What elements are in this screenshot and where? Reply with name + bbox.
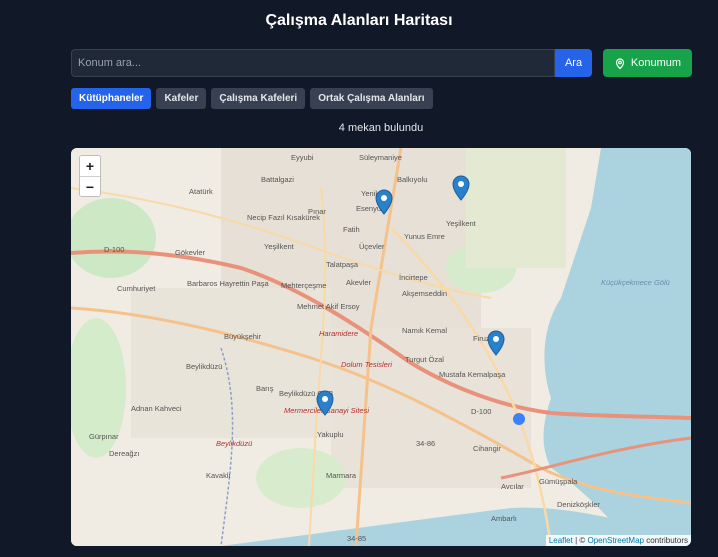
- map-label: Süleymaniye: [359, 153, 402, 162]
- map-label: Akevler: [346, 278, 372, 287]
- map-tiles: Eyyubi Süleymaniye Battalgazi Balkıyolu …: [71, 148, 691, 546]
- category-filters: Kütüphaneler Kafeler Çalışma Kafeleri Or…: [71, 88, 433, 109]
- user-location-dot: [513, 413, 525, 425]
- map-label: Turgut Özal: [405, 355, 444, 364]
- zoom-control: + −: [79, 155, 101, 197]
- map-label: Üçevler: [359, 242, 385, 251]
- attribution-separator: | ©: [572, 536, 588, 545]
- page-title: Çalışma Alanları Haritası: [265, 12, 453, 29]
- map-label: Ambarlı: [491, 514, 517, 523]
- map-label: Fatih: [343, 225, 360, 234]
- map-label: Namık Kemal: [402, 326, 447, 335]
- map-label: Marmara: [326, 471, 357, 480]
- map-label: 34-85: [347, 534, 366, 543]
- map-label: Kavaklı: [206, 471, 231, 480]
- map-label: Dolum Tesisleri: [341, 360, 392, 369]
- filter-coworking[interactable]: Ortak Çalışma Alanları: [310, 88, 433, 109]
- map-label: Mustafa Kemalpaşa: [439, 370, 506, 379]
- attribution-suffix: contributors: [643, 536, 688, 545]
- map-label: Avcılar: [501, 482, 524, 491]
- map-label: Adnan Kahveci: [131, 404, 182, 413]
- map-label: Yakuplu: [317, 430, 344, 439]
- map-label: Pınar: [308, 207, 326, 216]
- my-location-button[interactable]: Konumum: [603, 49, 692, 77]
- map-label: Balkıyolu: [397, 175, 427, 184]
- filter-study-cafes[interactable]: Çalışma Kafeleri: [211, 88, 306, 109]
- zoom-out-button[interactable]: −: [80, 176, 100, 196]
- map-label: Dereağzı: [109, 449, 139, 458]
- map-label: D-100: [471, 407, 491, 416]
- map-label: Battalgazi: [261, 175, 294, 184]
- search-button[interactable]: Ara: [555, 49, 592, 77]
- map-label: Yunus Emre: [404, 232, 445, 241]
- map-label: Gümüşpala: [539, 477, 578, 486]
- map-label: Mehmet Akif Ersoy: [297, 302, 360, 311]
- map-label: Küçükçekmece Gölü: [601, 278, 671, 287]
- result-count: 4 mekan bulundu: [338, 122, 424, 134]
- map-label: Beylikdüzü: [186, 362, 222, 371]
- osm-link[interactable]: OpenStreetMap: [587, 536, 643, 545]
- map-pin-icon: [615, 57, 625, 69]
- map-view[interactable]: Eyyubi Süleymaniye Battalgazi Balkıyolu …: [71, 148, 691, 546]
- map-label: Gürpınar: [89, 432, 119, 441]
- map-label: Büyükşehir: [224, 332, 262, 341]
- filter-libraries[interactable]: Kütüphaneler: [71, 88, 152, 109]
- map-label: İncirtepe: [399, 273, 428, 282]
- map-label: Talatpaşa: [326, 260, 359, 269]
- map-label: Gökevler: [175, 248, 206, 257]
- map-label: Barbaros Hayrettin Paşa: [187, 279, 270, 288]
- map-label: Mehterçeşme: [281, 281, 326, 290]
- search-input[interactable]: [71, 49, 555, 77]
- map-label: Eyyubi: [291, 153, 314, 162]
- map-label: Barış: [256, 384, 274, 393]
- map-label: Yeşilkent: [264, 242, 295, 251]
- map-label: Cihangir: [473, 444, 501, 453]
- map-label: Haramidere: [319, 329, 358, 338]
- zoom-in-button[interactable]: +: [80, 156, 100, 176]
- filter-cafes[interactable]: Kafeler: [156, 88, 207, 109]
- map-label: Atatürk: [189, 187, 213, 196]
- my-location-label: Konumum: [630, 57, 682, 69]
- map-label: 34-86: [416, 439, 435, 448]
- map-label: Akşemseddin: [402, 289, 447, 298]
- map-attribution: Leaflet | © OpenStreetMap contributors: [545, 535, 691, 546]
- leaflet-link[interactable]: Leaflet: [549, 536, 573, 545]
- map-label: Yeşilkent: [446, 219, 477, 228]
- map-label: Beylikdüzü: [216, 439, 253, 448]
- map-label: Cumhuriyet: [117, 284, 156, 293]
- map-label: D-100: [104, 245, 124, 254]
- map-label: Denizköşkler: [557, 500, 600, 509]
